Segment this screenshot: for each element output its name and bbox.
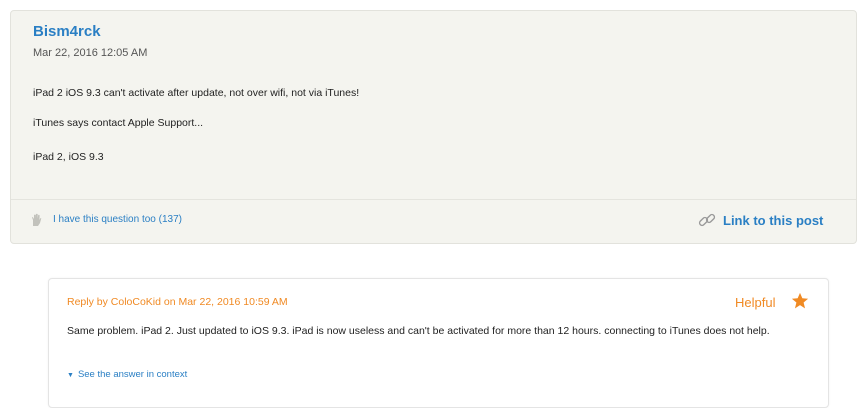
reply-card: Reply by ColoCoKid on Mar 22, 2016 10:59…: [48, 278, 829, 408]
me-too-link[interactable]: I have this question too (137): [53, 214, 182, 225]
post-footer: I have this question too (137) Link to t…: [11, 200, 856, 244]
link-to-post[interactable]: Link to this post: [723, 213, 823, 228]
see-context-label[interactable]: See the answer in context: [78, 369, 187, 380]
reply-header: Reply by ColoCoKid on Mar 22, 2016 10:59…: [67, 296, 288, 308]
reply-text: Same problem. iPad 2. Just updated to iO…: [67, 325, 770, 337]
post-body-line-2: iTunes says contact Apple Support...: [33, 117, 204, 129]
triangle-down-icon: ▼: [67, 372, 74, 379]
post-date: Mar 22, 2016 12:05 AM: [33, 47, 148, 59]
post-body-line-1: iPad 2 iOS 9.3 can't activate after upda…: [33, 87, 360, 99]
link-icon[interactable]: [697, 210, 717, 230]
post-body-line-3: iPad 2, iOS 9.3: [33, 151, 104, 163]
hand-icon: [32, 213, 42, 226]
author-name[interactable]: Bism4rck: [33, 23, 101, 40]
helpful-badge: Helpful: [735, 295, 776, 310]
see-context-link[interactable]: ▼ See the answer in context: [67, 369, 187, 380]
question-post: Bism4rck Mar 22, 2016 12:05 AM iPad 2 iO…: [10, 10, 857, 244]
star-icon: [791, 292, 809, 309]
